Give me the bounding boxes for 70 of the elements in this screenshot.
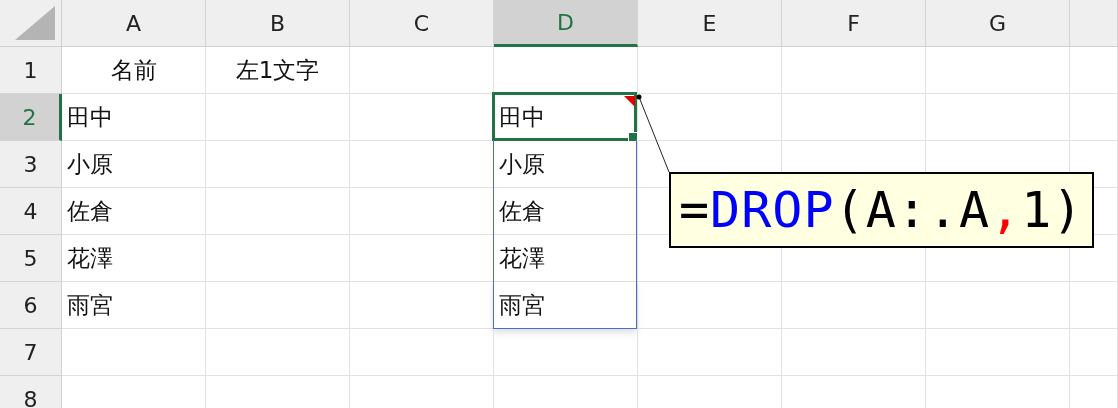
grid-cell[interactable]: 佐倉 (62, 188, 206, 235)
grid-cell[interactable] (926, 329, 1070, 376)
grid-cell[interactable] (926, 47, 1070, 94)
column-header[interactable]: F (782, 0, 926, 47)
cell-text: 雨宮 (67, 290, 113, 320)
cell-text: 名前 (110, 55, 157, 85)
grid-cell[interactable] (926, 282, 1070, 329)
grid-cell[interactable]: 左1文字 (206, 47, 350, 94)
grid-cell[interactable] (638, 329, 782, 376)
grid-cell[interactable]: 小原 (62, 141, 206, 188)
row-header[interactable]: 8 (0, 376, 62, 408)
grid-cell[interactable]: 田中 (494, 94, 638, 141)
fill-handle[interactable] (628, 132, 638, 142)
grid-cell[interactable] (206, 282, 350, 329)
cell-text: 佐倉 (499, 196, 545, 226)
grid-cell[interactable] (1070, 94, 1118, 141)
grid-cell[interactable] (350, 329, 494, 376)
column-header[interactable]: C (350, 0, 494, 47)
row-header[interactable]: 7 (0, 329, 62, 376)
column-header[interactable]: A (62, 0, 206, 47)
cell-text: 左1文字 (235, 55, 320, 85)
grid-cell[interactable] (782, 47, 926, 94)
column-header[interactable]: E (638, 0, 782, 47)
grid-cell[interactable]: 花澤 (494, 235, 638, 282)
cell-text: 佐倉 (67, 196, 113, 226)
row-header[interactable]: 2 (0, 94, 62, 141)
column-header[interactable]: D (494, 0, 638, 47)
select-all-corner[interactable] (0, 0, 62, 47)
grid-cell[interactable] (638, 47, 782, 94)
column-header[interactable]: B (206, 0, 350, 47)
grid-cell[interactable] (638, 94, 782, 141)
row-header[interactable]: 5 (0, 235, 62, 282)
grid-cell[interactable] (926, 94, 1070, 141)
grid-cell[interactable]: 田中 (62, 94, 206, 141)
row-header[interactable]: 3 (0, 141, 62, 188)
grid-cell[interactable]: 雨宮 (62, 282, 206, 329)
corner-triangle-icon (15, 6, 55, 40)
grid-cell[interactable] (206, 94, 350, 141)
grid-cell[interactable]: 佐倉 (494, 188, 638, 235)
cell-text: 田中 (499, 102, 545, 132)
row-header[interactable]: 6 (0, 282, 62, 329)
column-header[interactable]: G (926, 0, 1070, 47)
grid-cell[interactable]: 花澤 (62, 235, 206, 282)
cell-text: 小原 (499, 149, 545, 179)
cell-text: 小原 (67, 149, 113, 179)
grid-cell[interactable] (206, 235, 350, 282)
grid-cell[interactable] (1070, 329, 1118, 376)
cell-text: 花澤 (499, 243, 545, 273)
grid-cell[interactable] (206, 188, 350, 235)
grid-cell[interactable] (206, 141, 350, 188)
row-header[interactable]: 1 (0, 47, 62, 94)
row-header[interactable]: 4 (0, 188, 62, 235)
cell-text: 田中 (67, 102, 113, 132)
grid-cell[interactable] (782, 94, 926, 141)
grid-cell[interactable] (494, 329, 638, 376)
grid-cell[interactable] (350, 47, 494, 94)
grid-cell[interactable] (206, 329, 350, 376)
grid-cell[interactable] (1070, 47, 1118, 94)
column-header[interactable] (1070, 0, 1118, 47)
grid-cell[interactable] (62, 329, 206, 376)
grid-cell[interactable]: 名前 (62, 47, 206, 94)
grid-cell[interactable] (782, 282, 926, 329)
grid-cell[interactable]: 小原 (494, 141, 638, 188)
formula-tooltip: =DROP(A:.A,1) (669, 172, 1094, 248)
grid-cell[interactable] (1070, 282, 1118, 329)
grid-cell[interactable] (638, 282, 782, 329)
grid-cell[interactable]: 雨宮 (494, 282, 638, 329)
cell-text: 雨宮 (499, 290, 545, 320)
cell-text: 花澤 (67, 243, 113, 273)
grid-cell[interactable] (782, 329, 926, 376)
